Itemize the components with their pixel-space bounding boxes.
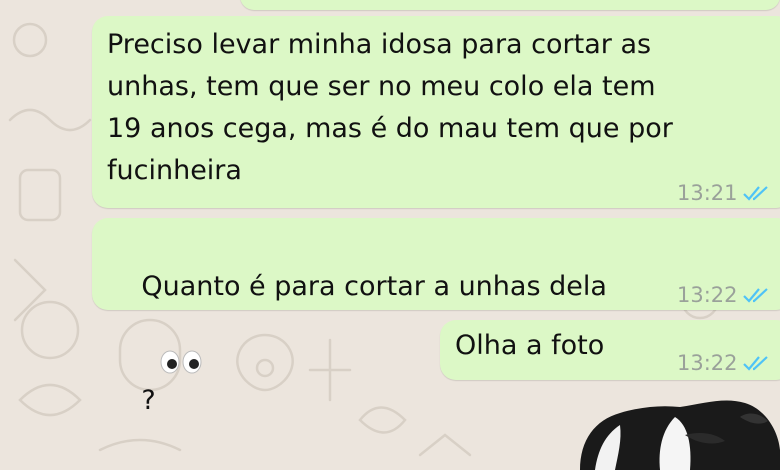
message-text-line: Preciso levar minha idosa para cortar as: [107, 29, 652, 60]
double-check-read-icon: [742, 286, 770, 304]
double-check-read-icon: [742, 184, 770, 202]
double-check-read-icon: [742, 354, 770, 372]
outgoing-message-bubble[interactable]: Olha a foto 13:22: [440, 320, 780, 380]
message-text: Olha a foto: [455, 330, 605, 361]
outgoing-message-bubble[interactable]: Preciso levar minha idosa para cortar as…: [92, 16, 780, 208]
message-text-line: 19 anos cega, mas é do mau tem que por: [107, 113, 673, 144]
message-text-line: fucinheira: [107, 155, 242, 186]
message-time: 13:22: [677, 351, 738, 375]
message-meta: 13:22: [677, 344, 770, 382]
message-time: 13:22: [677, 283, 738, 307]
message-meta: 13:21: [677, 174, 770, 212]
message-text-line: unhas, tem que ser no meu colo ela tem: [107, 71, 656, 102]
message-meta: 13:22: [677, 276, 770, 314]
outgoing-message-bubble[interactable]: Quanto é para cortar a unhas dela ? 13:2…: [92, 218, 780, 416]
dog-photo[interactable]: [510, 395, 780, 470]
previous-message-bubble: [240, 0, 780, 10]
message-text-end: ?: [141, 385, 156, 416]
message-time: 13:21: [677, 181, 738, 205]
message-text-main: Quanto é para cortar a unhas dela: [141, 271, 607, 302]
